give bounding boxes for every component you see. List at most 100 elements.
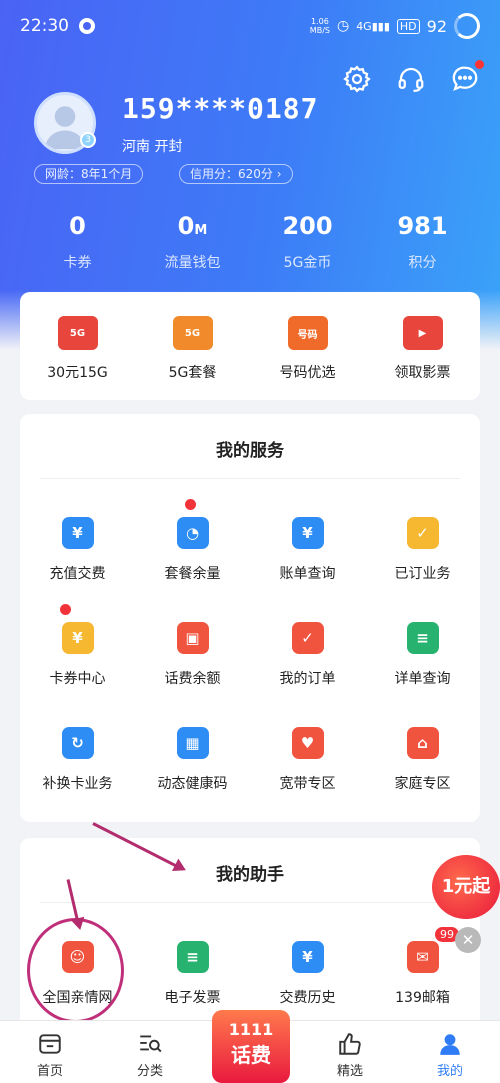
e-invoice-icon: ≡ — [176, 941, 209, 973]
service-item[interactable]: ¥ 账单查询 — [250, 479, 365, 584]
sim-card-icon: 号码 — [287, 316, 328, 350]
assistant-title: 我的助手 — [216, 865, 284, 885]
stat-points[interactable]: 981 积分 — [365, 212, 480, 272]
bill-icon: ¥ — [291, 517, 324, 549]
assistant-label: 139邮箱 — [395, 990, 450, 1006]
pie-chart-icon: ◔ — [176, 517, 209, 549]
my-services-card: 我的服务 ¥ 充值交费 ◔ 套餐余量 ¥ 账单查询 ✓ 已订业务 ¥ 卡券中心 ▣ 话费余… — [20, 414, 480, 822]
tab-category[interactable]: 分类 — [100, 1021, 200, 1083]
service-item[interactable]: ↻ 补换卡业务 — [20, 689, 135, 794]
service-label: 动态健康码 — [157, 776, 228, 792]
briefcase-icon: ✓ — [406, 517, 439, 549]
wallet-icon: ▣ — [176, 622, 209, 654]
stat-coupons[interactable]: 0 卡券 — [20, 212, 135, 272]
services-title: 我的服务 — [216, 441, 284, 461]
service-item[interactable]: ♥ 宽带专区 — [250, 689, 365, 794]
yuan-recharge-icon: ¥ — [61, 517, 94, 549]
floating-promo-badge[interactable]: 1元起 — [432, 855, 500, 919]
phone-number: 159****0187 — [122, 92, 319, 125]
quick-action-item[interactable]: ▶ 领取影票 — [365, 292, 480, 400]
battery-icon — [454, 13, 480, 39]
status-bar: 22:30 1.06 MB/S ◷ 4G▮▮▮ HD 92 — [0, 0, 500, 52]
service-label: 宽带专区 — [279, 776, 336, 792]
status-time: 22:30 — [20, 16, 69, 36]
assistant-item[interactable]: ¥ 交费历史 — [250, 903, 365, 1008]
quick-action-item[interactable]: 号码 号码优选 — [250, 292, 365, 400]
stat-data-wallet[interactable]: 0M 流量钱包 — [135, 212, 250, 272]
broadband-heart-icon: ♥ — [291, 727, 324, 759]
mail-139-icon: ✉ — [406, 941, 439, 973]
service-label: 账单查询 — [279, 566, 336, 582]
service-label: 家庭专区 — [394, 776, 451, 792]
headset-icon — [398, 67, 424, 92]
service-label: 补换卡业务 — [42, 776, 113, 792]
alarm-icon: ◷ — [336, 18, 350, 34]
annotation-circle — [27, 918, 124, 1023]
chat-bubble-icon — [452, 66, 478, 91]
battery-level: 92 — [426, 16, 447, 36]
category-search-icon — [140, 1035, 162, 1053]
sim-swap-icon: ↻ — [61, 727, 94, 759]
assistant-item[interactable]: ≡ 电子发票 — [135, 903, 250, 1008]
level-badge: 3 — [80, 132, 96, 148]
coupon-icon: ¥ — [61, 622, 94, 654]
service-label: 卡券中心 — [49, 671, 106, 687]
messages-button[interactable] — [448, 60, 484, 96]
service-item[interactable]: ≡ 详单查询 — [365, 584, 480, 689]
train-icon: 5G — [57, 316, 98, 350]
quick-action-label: 5G套餐 — [168, 365, 217, 381]
home-icon: ⌂ — [406, 727, 439, 759]
customer-service-button[interactable] — [394, 62, 428, 96]
service-item[interactable]: ✓ 已订业务 — [365, 479, 480, 584]
region: 河南 开封 — [122, 139, 183, 155]
service-label: 已订业务 — [394, 566, 451, 582]
quick-action-label: 30元15G — [47, 365, 108, 381]
assistant-label: 电子发票 — [164, 990, 221, 1006]
service-label: 话费余额 — [164, 671, 221, 687]
signal-icon: 4G▮▮▮ — [356, 19, 390, 33]
tab-featured[interactable]: 精选 — [300, 1021, 400, 1083]
net-speed: 1.06 MB/S — [309, 17, 330, 35]
assistant-label: 交费历史 — [279, 990, 336, 1006]
notification-dot — [60, 604, 71, 615]
service-label: 详单查询 — [394, 671, 451, 687]
service-item[interactable]: ▣ 话费余额 — [135, 584, 250, 689]
thumbs-up-icon — [339, 1033, 361, 1055]
quick-action-item[interactable]: 5G 30元15G — [20, 292, 135, 400]
quick-action-label: 领取影票 — [394, 365, 451, 381]
settings-button[interactable] — [340, 62, 374, 96]
service-label: 套餐余量 — [164, 566, 221, 582]
close-icon[interactable]: ✕ — [455, 927, 481, 953]
list-detail-icon: ≡ — [406, 622, 439, 654]
film-ticket-icon: ▶ — [402, 316, 443, 350]
quick-action-item[interactable]: 5G 5G套餐 — [135, 292, 250, 400]
tab-home[interactable]: 首页 — [0, 1021, 100, 1083]
5g-phone-icon: 5G — [172, 316, 213, 350]
app-notification-icon — [79, 18, 95, 34]
health-qr-icon: ▦ — [176, 727, 209, 759]
service-item[interactable]: ¥ 卡券中心 — [20, 584, 135, 689]
service-item[interactable]: ⌂ 家庭专区 — [365, 689, 480, 794]
watermark: 知乎用户 — [424, 1056, 477, 1071]
stats-row: 0 卡券 0M 流量钱包 200 5G金币 981 积分 — [20, 212, 480, 272]
unread-dot — [475, 60, 484, 69]
tenure-pill: 网龄：8年1个月 — [34, 164, 144, 184]
gear-icon — [343, 65, 371, 93]
service-item[interactable]: ◔ 套餐余量 — [135, 479, 250, 584]
quick-action-label: 号码优选 — [279, 365, 336, 381]
notification-dot — [185, 499, 196, 510]
service-item[interactable]: ✓ 我的订单 — [250, 584, 365, 689]
service-label: 我的订单 — [279, 671, 336, 687]
home-tab-icon — [39, 1034, 61, 1054]
payment-history-icon: ¥ — [291, 941, 324, 973]
service-item[interactable]: ▦ 动态健康码 — [135, 689, 250, 794]
service-label: 充值交费 — [49, 566, 106, 582]
profile-section: 3 159****0187 河南 开封 网龄：8年1个月 信用分：620分 › — [34, 92, 474, 192]
stat-5g-coins[interactable]: 200 5G金币 — [250, 212, 365, 272]
service-item[interactable]: ¥ 充值交费 — [20, 479, 135, 584]
quick-actions-card: 5G 30元15G 5G 5G套餐 号码 号码优选 ▶ 领取影票 — [20, 292, 480, 400]
order-check-icon: ✓ — [291, 622, 324, 654]
hd-icon: HD — [396, 18, 420, 34]
credit-score-pill[interactable]: 信用分：620分 › — [179, 164, 293, 184]
double-eleven-promo-button[interactable]: 1111 话费 — [212, 1010, 290, 1083]
